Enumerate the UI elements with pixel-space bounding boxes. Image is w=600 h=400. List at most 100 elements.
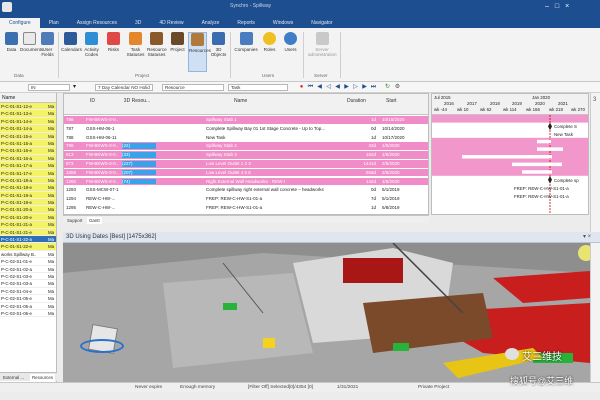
start-column-header[interactable]: Start (386, 98, 397, 105)
list-item[interactable]: P-C-01-S1-18-e Ma (0, 184, 56, 192)
chevron-down-icon[interactable]: ▾ (71, 84, 78, 91)
project-button[interactable]: Project (168, 32, 187, 52)
calendar-combo[interactable]: 7 Day Calendar NO Holid (95, 84, 153, 91)
list-item[interactable]: P-C-01-S1-17-a Ma (0, 162, 56, 170)
tab-3d[interactable]: 3D (126, 18, 150, 28)
list-item[interactable]: P-C-01-S1-21-e Ma (0, 228, 56, 237)
list-item[interactable]: P-C-01-S1-17-e Ma (0, 169, 56, 177)
roles-button[interactable]: Roles (260, 32, 279, 52)
table-row[interactable]: 786 Spillway Stab 1 1d 10/15/2020 FW-BKWS-0-… (64, 116, 428, 124)
risks-button[interactable]: Risks (104, 32, 123, 52)
resource-type: Ma (48, 222, 55, 228)
list-item[interactable]: P-C-01-S1-14-e Ma (0, 117, 56, 126)
tab-windows[interactable]: Windows (264, 18, 302, 28)
task-combo[interactable]: Task (228, 84, 288, 91)
tab-support[interactable]: Support (65, 217, 84, 224)
activity-codes-button[interactable]: Activity Codes (82, 32, 101, 57)
table-row[interactable]: 1059 (207) Low Level Outlet 4 5 6 658d 2/5/2… (64, 168, 428, 177)
last-frame-icon[interactable]: ⏭ (370, 84, 377, 91)
list-item[interactable]: P-C-01-S1-16-e Ma (0, 147, 56, 155)
step-back-icon[interactable]: ◀ (316, 84, 323, 91)
fast-forward-icon[interactable]: ▶ (361, 84, 368, 91)
list-item[interactable]: P-C-01-S1-21-a Ma (0, 221, 56, 229)
list-item[interactable]: P-C-02-S1-04-e Ma (0, 288, 56, 296)
table-row[interactable]: 1295 FREP: REW-C-HW-S1-01-a 1d 5/8/2019 REW-… (64, 204, 428, 212)
list-item[interactable]: P-C-01-S1-15-a Ma (0, 139, 56, 148)
list-item[interactable]: P-C-01-S1-15-e Ma (0, 132, 56, 140)
user-fields-button[interactable]: User Fields (38, 32, 57, 57)
table-row[interactable]: 1292 (74) Right External Wall Headworks - … (64, 177, 428, 186)
first-frame-icon[interactable]: ⏮ (307, 84, 314, 91)
play-icon[interactable]: ▶ (343, 84, 350, 91)
tab-assign-resources[interactable]: Assign Resources (68, 18, 126, 28)
table-row[interactable]: 799 (22) Spillway Stab 2 33d 1/5/2020 FW-BKWS… (64, 142, 428, 150)
tab-configure[interactable]: Configure (0, 18, 40, 28)
list-item[interactable]: P-C-02-S1-03-a Ma (0, 280, 56, 288)
resources-button[interactable]: Resources (188, 32, 211, 72)
minimize-icon[interactable]: – (545, 3, 555, 10)
tab-plan[interactable]: Plan (40, 18, 68, 28)
table-row[interactable]: 1294 FREP: REW-C-HW-S1-01-a 7d 5/1/2019 REW-… (64, 195, 428, 203)
rewind-icon[interactable]: ◁ (325, 84, 332, 91)
tab-4d-review[interactable]: 4D Review (150, 18, 192, 28)
table-row[interactable]: 813 (33) Spillway Stab 3 152d 1/5/2020 FW-BKW… (64, 151, 428, 159)
list-item[interactable]: P-C-02-S1-03-e Ma (0, 273, 56, 281)
server-administration-button[interactable]: Server administration (308, 32, 337, 57)
calendars-button[interactable]: Calendars (61, 32, 82, 52)
resource-type: Ma (48, 111, 55, 117)
list-item[interactable]: P-C-02-S1-05-e Ma (0, 295, 56, 303)
list-item[interactable]: P-C-01-S1-16-a Ma (0, 154, 56, 163)
task-id: 1293 (66, 187, 77, 193)
tab-resources[interactable]: Resources (30, 374, 55, 381)
tab-gantt[interactable]: Gantt (87, 217, 102, 224)
data-button[interactable]: Data (2, 32, 21, 52)
refresh-icon[interactable]: ↻ (384, 84, 391, 91)
list-item[interactable]: P-C-01-S1-19-e Ma (0, 199, 56, 207)
table-row[interactable]: 788 New Task 1d 10/17/2020 GSS-HM-06-11 (64, 134, 428, 142)
list-item[interactable]: P-C-01-S1-20-e Ma (0, 213, 56, 222)
filter-combo[interactable]: IN (28, 84, 70, 91)
table-row[interactable]: 1293 Complete spillway right external wal… (64, 186, 428, 194)
maximize-icon[interactable]: □ (555, 3, 565, 10)
list-item[interactable]: P-C-02-S1-06-e Ma (0, 310, 56, 318)
list-item[interactable]: P-C-01-S1-20-a Ma (0, 206, 56, 214)
list-item[interactable]: P-C-02-S1-01-e Ma (0, 258, 56, 266)
list-item[interactable]: P-C-01-S1-19-a Ma (0, 191, 56, 200)
name-column-header[interactable]: Name (2, 95, 15, 101)
name-column-header[interactable]: Name (234, 98, 247, 105)
resource-column-header[interactable]: 3D Resou... (122, 98, 152, 105)
resource-statuses-button[interactable]: Resource Statuses (147, 32, 167, 57)
resource-combo[interactable]: Resource (162, 84, 224, 91)
tab-analyze[interactable]: Analyze (193, 18, 229, 28)
companies-button[interactable]: Companies (234, 32, 258, 52)
list-item[interactable]: P-C-01-S1-13-e Ma (0, 110, 56, 118)
list-item[interactable]: P-C-01-S1-22-a Ma (0, 236, 56, 244)
play-back-icon[interactable]: ◀ (334, 84, 341, 91)
close-icon[interactable]: × (565, 3, 575, 10)
list-item[interactable]: works Spillway B.. Ma (0, 251, 56, 259)
navigation-ring-icon[interactable] (80, 339, 124, 353)
tab-external[interactable]: External ... (1, 374, 26, 381)
documents-button[interactable]: Documents (20, 32, 43, 52)
list-item[interactable]: P-C-02-S1-02-a Ma (0, 266, 56, 273)
list-item[interactable]: P-C-02-S1-05-a Ma (0, 303, 56, 310)
id-column-header[interactable]: ID (90, 98, 95, 105)
tab-navigator[interactable]: Navigator (302, 18, 341, 28)
panel-close-icon[interactable]: ▾ × (583, 233, 591, 240)
task-statuses-button[interactable]: Task Statuses (126, 32, 145, 57)
settings-icon[interactable]: ⚙ (394, 84, 401, 91)
green-element (223, 303, 237, 310)
tab-reports[interactable]: Reports (228, 18, 264, 28)
3d-objects-button[interactable]: 3D Objects (209, 32, 228, 57)
gantt-week: wk -44 (434, 107, 447, 112)
list-item[interactable]: P-C-01-S1-22-e Ma (0, 243, 56, 251)
list-item[interactable]: P-C-01-S1-18-a Ma (0, 176, 56, 185)
record-icon[interactable]: ● (298, 84, 305, 91)
list-item[interactable]: P-C-01-S1-14-a Ma (0, 125, 56, 133)
users-button[interactable]: Users (281, 32, 300, 52)
table-row[interactable]: 787 Complete Spillway Bay 01 1st Stage Co… (64, 125, 428, 133)
table-row[interactable]: 873 (227) Low Level Outlet 1 2 3 1441d 2/5/2… (64, 160, 428, 168)
step-forward-icon[interactable]: ▷ (352, 84, 359, 91)
list-item[interactable]: P-C-01-S1-12-e Ma (0, 103, 56, 111)
duration-column-header[interactable]: Duration (347, 98, 366, 105)
